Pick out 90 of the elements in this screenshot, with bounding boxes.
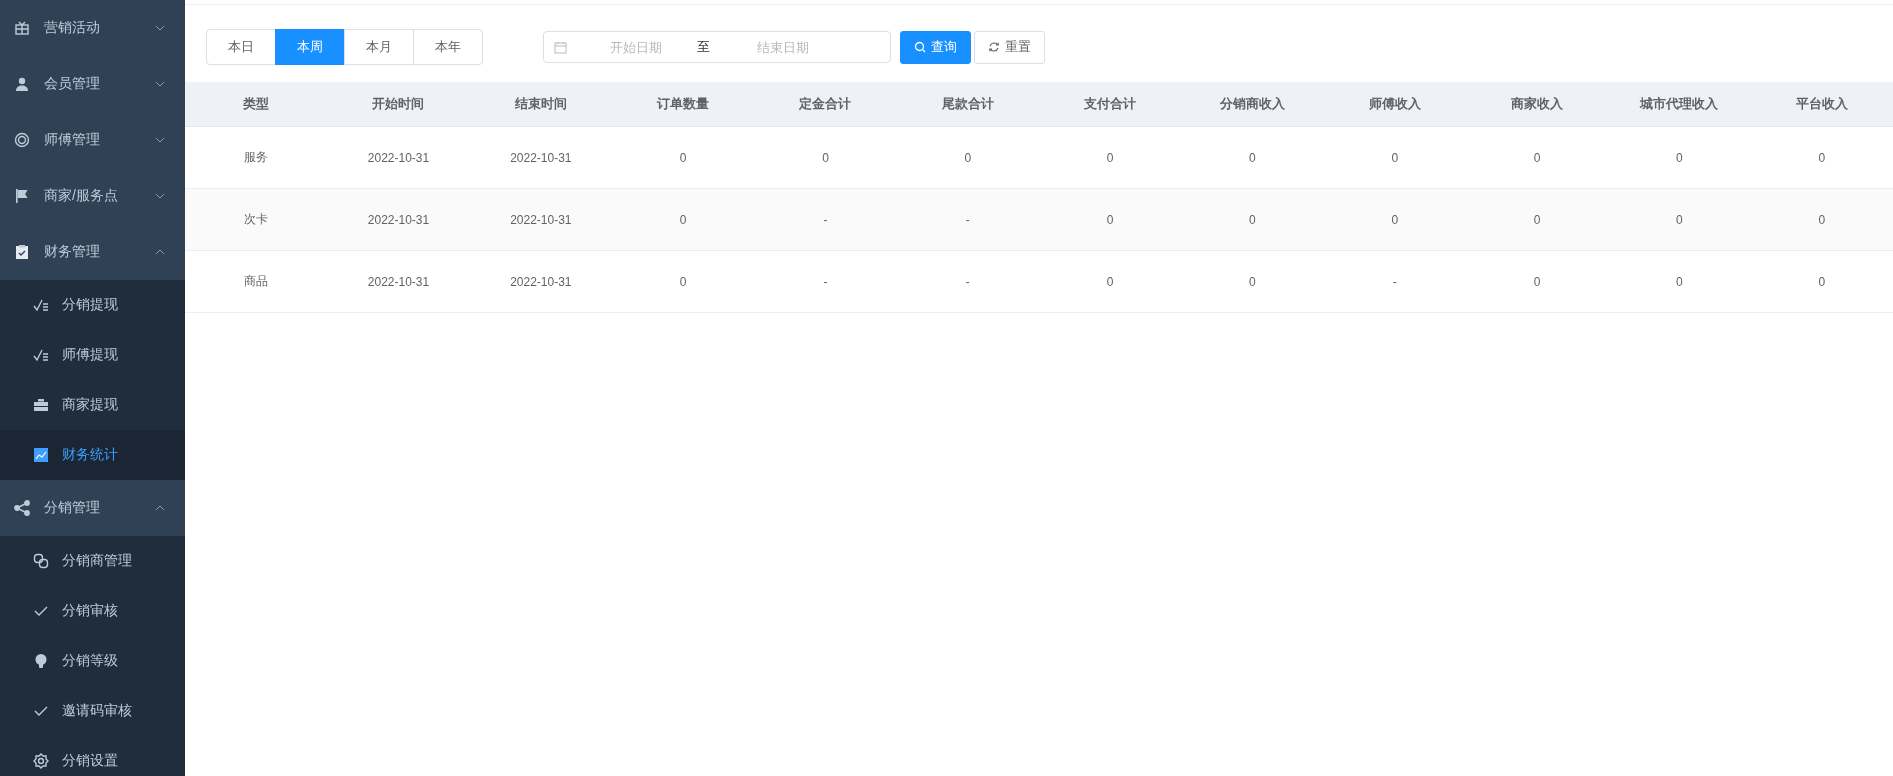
menu-item[interactable]: 师傅管理 [0, 112, 185, 168]
ring-icon [14, 132, 30, 148]
refresh-icon [988, 41, 1000, 53]
briefcase-icon [33, 397, 49, 413]
period-tab[interactable]: 本日 [206, 29, 276, 65]
check-list-icon [33, 347, 49, 363]
table-cell: - [896, 188, 1039, 251]
table-cell: 0 [1465, 126, 1609, 189]
table-cell: 2022-10-31 [469, 188, 612, 251]
column-header: 订单数量 [612, 82, 755, 127]
gear-icon [33, 753, 49, 769]
table-cell: 0 [612, 126, 755, 189]
table-cell: 0 [1465, 250, 1609, 313]
submenu-item[interactable]: 分销提现 [0, 280, 185, 330]
submenu-item[interactable]: 财务统计 [0, 430, 185, 480]
table-cell: 0 [896, 126, 1039, 189]
table-cell: 0 [1038, 188, 1182, 251]
link-icon [33, 553, 49, 569]
column-header: 支付合计 [1038, 82, 1182, 127]
reset-button[interactable]: 重置 [974, 30, 1045, 64]
column-header: 定金合计 [754, 82, 897, 127]
table-cell: 0 [1608, 188, 1751, 251]
bulb-icon [33, 653, 49, 669]
table-cell: 0 [1465, 188, 1609, 251]
submenu-item[interactable]: 商家提现 [0, 380, 185, 430]
menu-item[interactable]: 分销管理 [0, 480, 185, 536]
table-cell: 0 [1323, 188, 1466, 251]
table-cell: 0 [754, 126, 897, 189]
table-cell: 0 [1323, 126, 1466, 189]
table-cell: 0 [1181, 188, 1324, 251]
search-icon [914, 41, 926, 53]
column-header: 师傅收入 [1323, 82, 1466, 127]
submenu-item[interactable]: 分销设置 [0, 736, 185, 776]
table-cell: - [896, 250, 1039, 313]
chevron-down-icon [155, 81, 165, 87]
column-header: 商家收入 [1465, 82, 1609, 127]
table-cell: 0 [612, 188, 755, 251]
chevron-down-icon [155, 193, 165, 199]
table-cell: 2022-10-31 [327, 188, 470, 251]
check-list-icon [33, 297, 49, 313]
table-cell: 0 [1181, 126, 1324, 189]
table-cell: 0 [1750, 250, 1893, 313]
clipboard-icon [14, 244, 30, 260]
submenu-item[interactable]: 分销商管理 [0, 536, 185, 586]
chart-icon [33, 447, 49, 463]
table-cell: 2022-10-31 [327, 126, 470, 189]
table-cell: 商品 [185, 250, 328, 313]
share-icon [14, 500, 30, 516]
table-cell: 2022-10-31 [469, 250, 612, 313]
submenu-item[interactable]: 师傅提现 [0, 330, 185, 380]
table-cell: 0 [1750, 188, 1893, 251]
gift-icon [14, 20, 30, 36]
table-cell: 0 [1750, 126, 1893, 189]
table-cell: 0 [1038, 126, 1182, 189]
chevron-down-icon [155, 137, 165, 143]
table-cell: 0 [612, 250, 755, 313]
submenu-item[interactable]: 分销审核 [0, 586, 185, 636]
menu-item[interactable]: 会员管理 [0, 56, 185, 112]
column-header: 类型 [185, 82, 328, 127]
chevron-up-icon [155, 505, 165, 511]
flag-icon [14, 188, 30, 204]
column-header: 尾款合计 [896, 82, 1039, 127]
column-header: 结束时间 [469, 82, 612, 127]
submenu-item[interactable]: 邀请码审核 [0, 686, 185, 736]
table-cell: - [754, 250, 897, 313]
column-header: 平台收入 [1750, 82, 1893, 127]
column-header: 开始时间 [327, 82, 470, 127]
table-cell: 0 [1181, 250, 1324, 313]
table-cell: 次卡 [185, 188, 328, 251]
chevron-down-icon [155, 25, 165, 31]
menu-item[interactable]: 财务管理 [0, 224, 185, 280]
table-cell: - [1323, 250, 1466, 313]
table-cell: - [754, 188, 897, 251]
period-tab[interactable]: 本月 [344, 29, 414, 65]
column-header: 分销商收入 [1181, 82, 1324, 127]
menu-item[interactable]: 商家/服务点 [0, 168, 185, 224]
table-cell: 0 [1608, 126, 1751, 189]
table-cell: 0 [1608, 250, 1751, 313]
chevron-up-icon [155, 249, 165, 255]
menu-item[interactable]: 营销活动 [0, 0, 185, 56]
calendar-icon [554, 40, 567, 54]
period-tab[interactable]: 本年 [413, 29, 483, 65]
table-cell: 服务 [185, 126, 328, 189]
submenu-item[interactable]: 分销等级 [0, 636, 185, 686]
table-cell: 2022-10-31 [327, 250, 470, 313]
range-separator: 至 [697, 38, 710, 56]
user-icon [14, 76, 30, 92]
table-cell: 2022-10-31 [469, 126, 612, 189]
table-cell: 0 [1038, 250, 1182, 313]
column-header: 城市代理收入 [1608, 82, 1751, 127]
